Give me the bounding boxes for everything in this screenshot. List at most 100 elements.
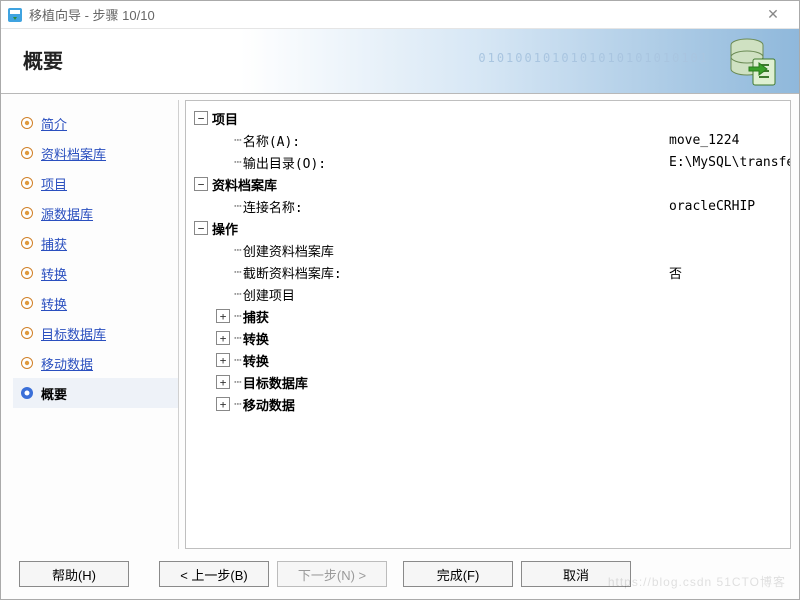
nav-item-label: 捕获 xyxy=(41,234,67,253)
nav-item-label: 资料档案库 xyxy=(41,144,106,163)
tree-row: ⋯截断资料档案库:否 xyxy=(194,261,782,283)
close-button[interactable]: ✕ xyxy=(753,6,793,23)
titlebar: 移植向导 - 步骤 10/10 ✕ xyxy=(1,1,799,29)
wizard-window: 移植向导 - 步骤 10/10 ✕ 概要 0101001010101010101… xyxy=(0,0,800,600)
nav-item-label: 移动数据 xyxy=(41,354,93,373)
cancel-button[interactable]: 取消 xyxy=(521,561,631,587)
tree-spacer xyxy=(216,265,230,279)
nav-item-6[interactable]: 转换 xyxy=(13,288,178,318)
wizard-nav: 简介资料档案库项目源数据库捕获 转换转换目标数据库移动数据概要 xyxy=(9,100,179,549)
tree-connector-icon: ⋯ xyxy=(234,243,241,258)
tree-spacer xyxy=(216,199,230,213)
body: 简介资料档案库项目源数据库捕获 转换转换目标数据库移动数据概要 −项目⋯名称(A… xyxy=(1,94,799,553)
tree-row: +⋯移动数据 xyxy=(194,393,782,415)
tree-connector-icon: ⋯ xyxy=(234,287,241,302)
button-bar: 帮助(H) < 上一步(B) 下一步(N) > 完成(F) 取消 xyxy=(1,553,799,599)
tree-row: ⋯创建项目 xyxy=(194,283,782,305)
summary-tree: −项目⋯名称(A):move_1224⋯输出目录(O):E:\MySQL\tra… xyxy=(185,100,791,549)
tree-label: 创建资料档案库 xyxy=(243,241,334,260)
nav-item-7[interactable]: 目标数据库 xyxy=(13,318,178,348)
tree-row: ⋯输出目录(O):E:\MySQL\transferLog\1224 xyxy=(194,151,782,173)
nav-item-0[interactable]: 简介 xyxy=(13,108,178,138)
tree-label: 转换 xyxy=(243,329,269,348)
nav-step-icon xyxy=(19,205,35,221)
nav-item-8[interactable]: 移动数据 xyxy=(13,348,178,378)
tree-connector-icon: ⋯ xyxy=(234,265,241,280)
nav-item-label: 简介 xyxy=(41,114,67,133)
tree-connector-icon: ⋯ xyxy=(234,353,241,368)
app-icon xyxy=(7,7,23,23)
tree-label: 捕获 xyxy=(243,307,269,326)
tree-label: 项目 xyxy=(212,109,238,128)
tree-value: oracleCRHIP xyxy=(669,199,755,214)
nav-item-3[interactable]: 源数据库 xyxy=(13,198,178,228)
collapse-icon[interactable]: − xyxy=(194,177,208,191)
tree-label: 创建项目 xyxy=(243,285,295,304)
nav-item-5[interactable]: 转换 xyxy=(13,258,178,288)
nav-item-4[interactable]: 捕获 xyxy=(13,228,178,258)
banner-binary-art: 0101001010101010101010101 xyxy=(478,51,709,65)
nav-step-icon xyxy=(19,235,35,251)
tree-label: 连接名称: xyxy=(243,197,303,216)
nav-step-icon xyxy=(19,295,35,311)
tree-label: 输出目录(O): xyxy=(243,153,326,172)
window-title: 移植向导 - 步骤 10/10 xyxy=(29,5,753,24)
nav-item-label: 转换 xyxy=(41,264,67,283)
nav-item-9[interactable]: 概要 xyxy=(13,378,178,408)
expand-icon[interactable]: + xyxy=(216,397,230,411)
tree-row: ⋯连接名称: oracleCRHIP xyxy=(194,195,782,217)
collapse-icon[interactable]: − xyxy=(194,111,208,125)
expand-icon[interactable]: + xyxy=(216,375,230,389)
tree-row: −资料档案库 xyxy=(194,173,782,195)
tree-connector-icon: ⋯ xyxy=(234,133,241,148)
nav-item-label: 源数据库 xyxy=(41,204,93,223)
tree-row: + ⋯目标数据库 xyxy=(194,371,782,393)
back-button[interactable]: < 上一步(B) xyxy=(159,561,269,587)
tree-connector-icon: ⋯ xyxy=(234,331,241,346)
nav-step-icon xyxy=(19,115,35,131)
nav-current-icon xyxy=(19,385,35,401)
nav-step-icon xyxy=(19,355,35,371)
tree-spacer xyxy=(216,155,230,169)
tree-label: 目标数据库 xyxy=(243,373,308,392)
tree-value: move_1224 xyxy=(669,133,739,148)
page-heading: 概要 xyxy=(23,45,63,74)
nav-step-icon xyxy=(19,145,35,161)
tree-row: + ⋯转换 xyxy=(194,327,782,349)
tree-label: 名称(A): xyxy=(243,131,300,150)
tree-label: 操作 xyxy=(212,219,238,238)
nav-item-label: 目标数据库 xyxy=(41,324,106,343)
tree-value: E:\MySQL\transferLog\1224 xyxy=(669,155,791,170)
expand-icon[interactable]: + xyxy=(216,331,230,345)
tree-label: 截断资料档案库: xyxy=(243,263,342,282)
tree-row: ⋯创建资料档案库 xyxy=(194,239,782,261)
expand-icon[interactable]: + xyxy=(216,353,230,367)
help-button[interactable]: 帮助(H) xyxy=(19,561,129,587)
nav-item-2[interactable]: 项目 xyxy=(13,168,178,198)
nav-step-icon xyxy=(19,325,35,341)
tree-row: + ⋯捕获 xyxy=(194,305,782,327)
banner: 概要 0101001010101010101010101 xyxy=(1,29,799,94)
tree-label: 移动数据 xyxy=(243,395,295,414)
database-arrow-icon xyxy=(725,35,781,94)
nav-step-icon xyxy=(19,175,35,191)
tree-connector-icon: ⋯ xyxy=(234,199,241,214)
tree-connector-icon: ⋯ xyxy=(234,375,241,390)
tree-spacer xyxy=(216,133,230,147)
nav-item-1[interactable]: 资料档案库 xyxy=(13,138,178,168)
tree-row: + ⋯转换 xyxy=(194,349,782,371)
nav-step-icon xyxy=(19,265,35,281)
collapse-icon[interactable]: − xyxy=(194,221,208,235)
nav-item-label: 概要 xyxy=(41,384,67,403)
tree-connector-icon: ⋯ xyxy=(234,155,241,170)
expand-icon[interactable]: + xyxy=(216,309,230,323)
next-button[interactable]: 下一步(N) > xyxy=(277,561,387,587)
finish-button[interactable]: 完成(F) xyxy=(403,561,513,587)
tree-spacer xyxy=(216,287,230,301)
tree-label: 转换 xyxy=(243,351,269,370)
tree-spacer xyxy=(216,243,230,257)
nav-item-label: 转换 xyxy=(41,294,67,313)
tree-connector-icon: ⋯ xyxy=(234,309,241,324)
tree-row: ⋯名称(A): move_1224 xyxy=(194,129,782,151)
tree-row: −操作 xyxy=(194,217,782,239)
